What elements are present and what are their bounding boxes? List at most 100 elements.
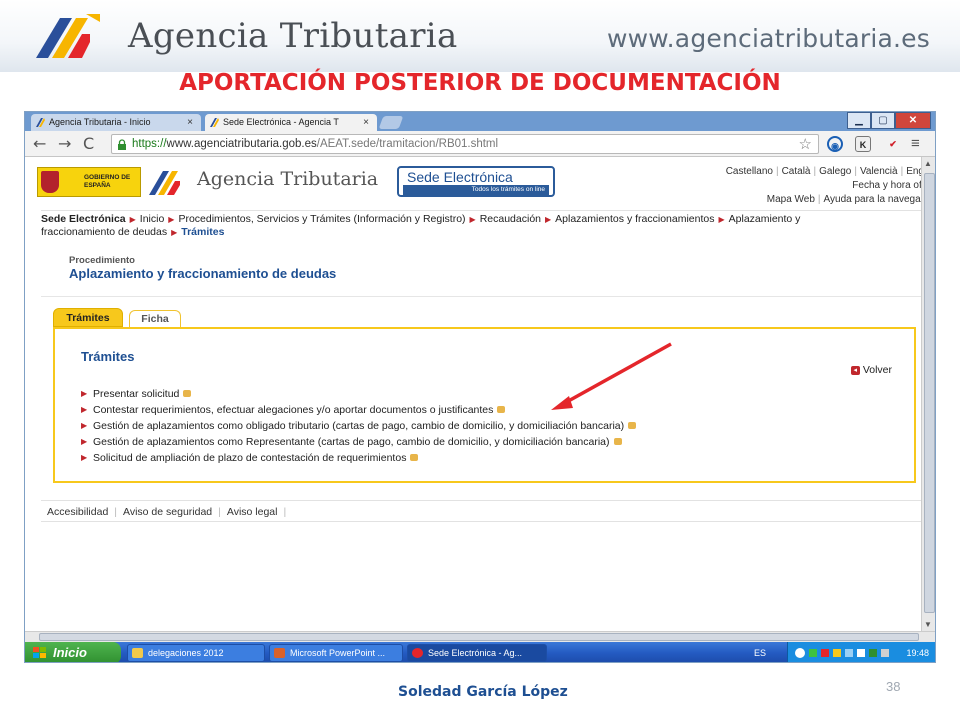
procedure-link-label: Solicitud de ampliación de plazo de cont… bbox=[93, 452, 407, 464]
taskbar-item-label: Sede Electrónica - Ag... bbox=[428, 648, 523, 658]
taskbar: Inicio delegaciones 2012 Microsoft Power… bbox=[25, 642, 935, 662]
windows-flag-icon bbox=[33, 647, 46, 658]
breadcrumb-item[interactable]: Procedimientos, Servicios y Trámites (In… bbox=[178, 213, 465, 225]
agencia-tributaria-logo-icon bbox=[149, 171, 180, 195]
favicon-icon bbox=[210, 118, 219, 127]
close-window-button[interactable]: ✕ bbox=[895, 112, 931, 129]
page-brand[interactable]: Agencia Tributaria bbox=[197, 168, 378, 190]
extension-eye-icon[interactable]: ◉ bbox=[827, 136, 843, 152]
browser-tab-sede[interactable]: Sede Electrónica - Agencia T × bbox=[205, 114, 377, 131]
signature-icon bbox=[628, 422, 637, 429]
procedure-link-gestion-representante[interactable]: ▶ Gestión de aplazamientos como Represent… bbox=[81, 434, 636, 450]
breadcrumb: Sede Electrónica ▶ Inicio ▶ Procedimientos, … bbox=[41, 210, 921, 239]
volver-link[interactable]: ◂ Volver bbox=[850, 364, 892, 376]
language-links: Castellano|Català|Galego|Valencià|Englis… bbox=[726, 165, 921, 207]
taskbar-item-folder[interactable]: delegaciones 2012 bbox=[127, 644, 265, 662]
sede-electronica-logo[interactable]: Sede Electrónica Todos los trámites on l… bbox=[397, 166, 555, 197]
horizontal-scrollbar[interactable] bbox=[25, 631, 935, 642]
start-button[interactable]: Inicio bbox=[25, 642, 121, 662]
procedure-title: Aplazamiento y fraccionamiento de deudas bbox=[69, 266, 337, 281]
lang-english[interactable]: English bbox=[906, 166, 921, 177]
scroll-down-icon[interactable]: ▼ bbox=[924, 620, 932, 629]
input-language[interactable]: ES bbox=[754, 642, 766, 662]
lang-castellano[interactable]: Castellano bbox=[726, 166, 773, 177]
author-name: Soledad García López bbox=[398, 684, 568, 700]
lang-valencia[interactable]: Valencià bbox=[860, 166, 898, 177]
breadcrumb-item[interactable]: Aplazamientos y fraccionamientos bbox=[555, 213, 714, 225]
back-icon: ◂ bbox=[850, 366, 860, 375]
minimize-button[interactable]: ▁ bbox=[847, 112, 871, 129]
address-bar[interactable]: https://www.agenciatributaria.gob.es/AEA… bbox=[111, 134, 819, 154]
signature-icon bbox=[410, 454, 419, 461]
taskbar-item-label: delegaciones 2012 bbox=[148, 648, 224, 658]
browser-tab-inicio[interactable]: Agencia Tributaria - Inicio × bbox=[31, 114, 201, 131]
tramites-panel: Trámites ◂ Volver ▶ Presentar solicitud ▶ C… bbox=[53, 327, 916, 483]
slide-header: Agencia Tributaria www.agenciatributaria… bbox=[0, 0, 960, 72]
signature-icon bbox=[613, 438, 622, 445]
procedure-link-label: Contestar requerimientos, efectuar alega… bbox=[93, 404, 494, 416]
browser-menu-icon[interactable]: ≡ bbox=[911, 135, 920, 152]
procedure-link-gestion-obligado[interactable]: ▶ Gestión de aplazamientos como obligado … bbox=[81, 418, 637, 434]
tab-close-icon[interactable]: × bbox=[363, 114, 369, 131]
aviso-seguridad-link[interactable]: Aviso de seguridad bbox=[123, 506, 212, 518]
aviso-legal-link[interactable]: Aviso legal bbox=[227, 506, 278, 518]
sede-subtitle: Todos los trámites on line bbox=[403, 185, 549, 195]
browser-toolbar: ← → C https://www.agenciatributaria.gob.… bbox=[25, 131, 935, 157]
tray-icons bbox=[795, 648, 889, 658]
vertical-scrollbar[interactable]: ▲ ▼ bbox=[921, 157, 935, 631]
footer-links: Accesibilidad | Aviso de seguridad | Aviso l… bbox=[41, 500, 921, 522]
extension-antivirus-icon[interactable]: ✔ bbox=[885, 136, 901, 152]
breadcrumb-item[interactable]: Recaudación bbox=[480, 213, 541, 225]
breadcrumb-root[interactable]: Sede Electrónica bbox=[41, 213, 126, 225]
procedure-label: Procedimiento bbox=[69, 255, 135, 266]
tab-label: Agencia Tributaria - Inicio bbox=[49, 117, 151, 127]
annotation-arrow-icon bbox=[551, 342, 672, 410]
new-tab-button[interactable] bbox=[378, 116, 404, 129]
taskbar-item-powerpoint[interactable]: Microsoft PowerPoint ... bbox=[269, 644, 403, 662]
extension-k-icon[interactable]: K bbox=[855, 136, 871, 152]
url-host: www.agenciatributaria.gob.es bbox=[166, 138, 317, 150]
accesibilidad-link[interactable]: Accesibilidad bbox=[47, 506, 108, 518]
chrome-icon bbox=[412, 648, 423, 658]
scroll-thumb[interactable] bbox=[924, 173, 935, 613]
signature-icon bbox=[497, 406, 506, 413]
bullet-icon: ▶ bbox=[81, 437, 88, 446]
tab-close-icon[interactable]: × bbox=[187, 114, 193, 131]
lang-galego[interactable]: Galego bbox=[819, 166, 851, 177]
breadcrumb-item[interactable]: Aplazamiento y bbox=[729, 213, 801, 225]
slide-url: www.agenciatributaria.es bbox=[607, 24, 930, 53]
reload-icon[interactable]: C bbox=[83, 134, 94, 153]
tab-tramites[interactable]: Trámites bbox=[53, 308, 123, 327]
lang-catala[interactable]: Català bbox=[782, 166, 811, 177]
taskbar-item-chrome[interactable]: Sede Electrónica - Ag... bbox=[407, 644, 547, 662]
slide: Agencia Tributaria www.agenciatributaria… bbox=[0, 0, 960, 720]
sitemap-link[interactable]: Mapa Web bbox=[767, 194, 815, 205]
breadcrumb-item[interactable]: Inicio bbox=[140, 213, 165, 225]
agencia-tributaria-logo-icon bbox=[36, 14, 100, 58]
scroll-thumb[interactable] bbox=[39, 633, 919, 641]
official-time-link[interactable]: Fecha y hora oficial bbox=[726, 179, 921, 193]
breadcrumb-item[interactable]: fraccionamiento de deudas bbox=[41, 226, 167, 238]
gobierno-espana-logo: GOBIERNO DE ESPAÑA bbox=[37, 167, 141, 197]
folder-icon bbox=[132, 648, 143, 658]
divider bbox=[41, 296, 921, 297]
url-scheme: https:// bbox=[132, 138, 167, 150]
procedure-link-label: Gestión de aplazamientos como obligado t… bbox=[93, 420, 625, 432]
help-link[interactable]: Ayuda para la navegación bbox=[824, 194, 921, 205]
favicon-icon bbox=[36, 118, 45, 127]
back-arrow-icon[interactable]: ← bbox=[33, 134, 46, 153]
tab-ficha[interactable]: Ficha bbox=[129, 310, 181, 327]
lock-icon bbox=[118, 139, 126, 150]
maximize-button[interactable]: ▢ bbox=[871, 112, 895, 129]
forward-arrow-icon[interactable]: → bbox=[58, 134, 71, 153]
procedure-link-label: Presentar solicitud bbox=[93, 388, 180, 400]
gov-logo-text: GOBIERNO DE ESPAÑA bbox=[84, 174, 131, 189]
clock[interactable]: 19:48 bbox=[906, 642, 929, 662]
tab-strip: Agencia Tributaria - Inicio × Sede Elect… bbox=[25, 112, 935, 131]
bookmark-star-icon[interactable]: ☆ bbox=[799, 135, 812, 153]
procedure-link-ampliacion[interactable]: ▶ Solicitud de ampliación de plazo de con… bbox=[81, 450, 636, 466]
scroll-up-icon[interactable]: ▲ bbox=[924, 159, 932, 168]
bullet-icon: ▶ bbox=[81, 453, 88, 462]
url-text: https://www.agenciatributaria.gob.es/AEA… bbox=[132, 138, 498, 150]
browser-window: Agencia Tributaria - Inicio × Sede Elect… bbox=[24, 111, 936, 663]
